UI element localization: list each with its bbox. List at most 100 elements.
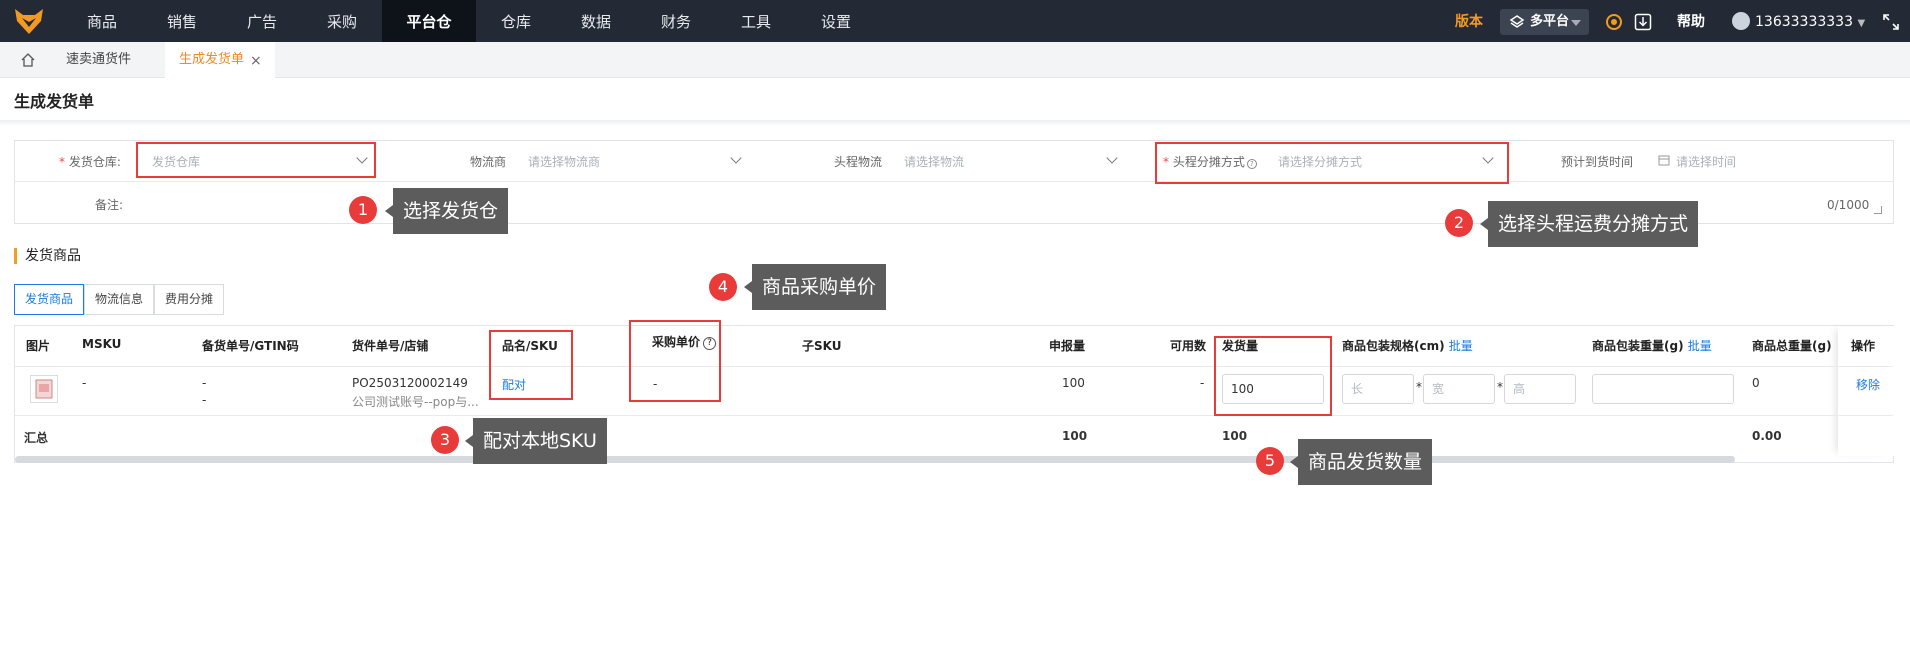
help-circle-icon[interactable]: ?	[703, 337, 717, 350]
length-input[interactable]: 长	[1342, 374, 1414, 404]
nav-item-sales[interactable]: 销售	[150, 0, 214, 42]
row-unit-price: -	[653, 377, 658, 391]
notification-bell-icon[interactable]	[1605, 13, 1623, 31]
nav-item-tools[interactable]: 工具	[724, 0, 788, 42]
arrival-time-picker[interactable]: 请选择时间	[1654, 142, 1884, 178]
nav-item-settings[interactable]: 设置	[804, 0, 868, 42]
col-ops: 操作	[1851, 339, 1876, 353]
pair-sku-link[interactable]: 配对	[502, 376, 526, 393]
chevron-down-icon	[1482, 152, 1494, 164]
tab-label: 生成发货单	[179, 52, 245, 67]
batch-pack-weight-link[interactable]: 批量	[1688, 339, 1712, 353]
col-order-store: 货件单号/店铺	[352, 339, 429, 353]
row-store: 公司测试账号--pop与...	[352, 395, 479, 409]
pack-weight-input[interactable]	[1592, 374, 1734, 404]
chevron-down-icon	[356, 152, 368, 164]
arrival-time-placeholder: 请选择时间	[1676, 155, 1737, 169]
avatar[interactable]	[1732, 12, 1750, 30]
col-image: 图片	[26, 339, 51, 353]
headhaul-select[interactable]: 请选择物流	[898, 142, 1126, 178]
annotation-number: 1	[349, 196, 377, 224]
nav-item-finance[interactable]: 财务	[644, 0, 708, 42]
row-available: -	[1200, 376, 1205, 390]
headhaul-label: 头程物流	[834, 155, 883, 169]
width-input[interactable]: 宽	[1423, 374, 1495, 404]
user-account-menu[interactable]: 13633333333 ▼	[1755, 0, 1865, 46]
summary-label: 汇总	[24, 431, 49, 445]
nav-item-goods[interactable]: 商品	[70, 0, 134, 42]
ship-qty-input[interactable]: 100	[1222, 374, 1324, 404]
subtab-fee-allocation[interactable]: 费用分摊	[154, 284, 225, 315]
subtab-logistics[interactable]: 物流信息	[84, 284, 155, 315]
annotation-number: 4	[709, 273, 737, 301]
help-circle-icon[interactable]: ?	[1246, 159, 1257, 169]
col-msku: MSKU	[82, 337, 122, 351]
version-link[interactable]: 版本	[1455, 0, 1483, 44]
warehouse-select[interactable]: 发货仓库	[136, 142, 374, 178]
arrival-time-label: 预计到货时间	[1561, 155, 1634, 169]
nav-item-data[interactable]: 数据	[564, 0, 628, 42]
section-title: 发货商品	[14, 248, 81, 264]
help-link[interactable]: 帮助	[1677, 0, 1705, 44]
allocation-label: * 头程分摊方式?	[1163, 153, 1257, 170]
annotation-tooltip: 配对本地SKU	[465, 418, 607, 464]
batch-pack-spec-link[interactable]: 批量	[1449, 339, 1473, 353]
remove-button[interactable]: 移除	[1856, 376, 1880, 393]
form-divider	[14, 181, 1894, 182]
layers-icon	[1509, 15, 1525, 28]
col-unit-price: 采购单价?	[652, 333, 717, 350]
col-ship-qty: 发货量	[1222, 339, 1259, 353]
product-thumbnail[interactable]	[30, 375, 58, 403]
download-icon[interactable]	[1634, 13, 1652, 31]
times-sign: *	[1416, 380, 1422, 394]
row-divider	[15, 415, 1893, 416]
remark-char-count: 0/1000	[1827, 198, 1870, 212]
annotation-tooltip: 选择头程运费分摊方式	[1479, 201, 1699, 247]
nav-item-purchase[interactable]: 采购	[310, 0, 374, 42]
col-pack-spec: 商品包装规格(cm) 批量	[1342, 339, 1473, 353]
row-gtin-2: -	[202, 393, 207, 407]
col-available: 可用数	[1170, 339, 1207, 353]
col-total-weight: 商品总重量(g)	[1752, 339, 1832, 353]
summary-declared: 100	[1062, 429, 1088, 443]
allocation-placeholder: 请选择分摊方式	[1278, 155, 1363, 169]
chevron-down-icon	[1106, 152, 1118, 164]
annotation-tooltip: 商品采购单价	[743, 264, 887, 310]
calendar-icon	[1658, 155, 1670, 166]
col-declared: 申报量	[1049, 339, 1086, 353]
row-declared: 100	[1062, 376, 1085, 390]
user-phone: 13633333333	[1755, 14, 1853, 30]
warehouse-placeholder: 发货仓库	[152, 155, 201, 169]
fullscreen-icon[interactable]	[1882, 13, 1900, 31]
table-horizontal-scrollbar[interactable]	[15, 456, 1735, 463]
annotation-tooltip: 商品发货数量	[1289, 439, 1433, 485]
nav-item-platform-warehouse[interactable]: 平台仓	[382, 0, 476, 42]
platform-label: 多平台	[1530, 14, 1570, 29]
height-input[interactable]: 高	[1504, 374, 1576, 404]
logistics-placeholder: 请选择物流商	[528, 155, 601, 169]
header-divider	[0, 120, 1910, 126]
chevron-down-icon	[1571, 20, 1581, 26]
col-child-sku: 子SKU	[802, 339, 842, 353]
logistics-select[interactable]: 请选择物流商	[522, 142, 752, 178]
nav-item-warehouse[interactable]: 仓库	[484, 0, 548, 42]
logistics-label: 物流商	[470, 155, 507, 169]
tab-aliexpress-shipment[interactable]: 速卖通货件	[52, 42, 145, 78]
row-divider	[15, 366, 1893, 367]
summary-total-weight: 0.00	[1752, 429, 1782, 443]
resize-handle-icon[interactable]	[1874, 206, 1882, 214]
chevron-down-icon: ▼	[1857, 18, 1866, 29]
tab-close-icon[interactable]: ×	[250, 43, 262, 79]
platform-selector[interactable]: 多平台	[1500, 9, 1589, 35]
subtab-goods[interactable]: 发货商品	[14, 284, 85, 315]
annotation-number: 5	[1256, 447, 1284, 475]
nav-item-ads[interactable]: 广告	[230, 0, 294, 42]
annotation-number: 3	[431, 426, 459, 454]
allocation-select[interactable]: 请选择分摊方式	[1270, 142, 1500, 178]
row-gtin-1: -	[202, 376, 207, 390]
page-title: 生成发货单	[14, 92, 95, 111]
fox-logo-icon[interactable]	[14, 7, 44, 35]
annotation-tooltip: 选择发货仓	[384, 188, 509, 234]
col-gtin: 备货单号/GTIN码	[202, 339, 299, 353]
home-icon[interactable]	[20, 52, 36, 68]
